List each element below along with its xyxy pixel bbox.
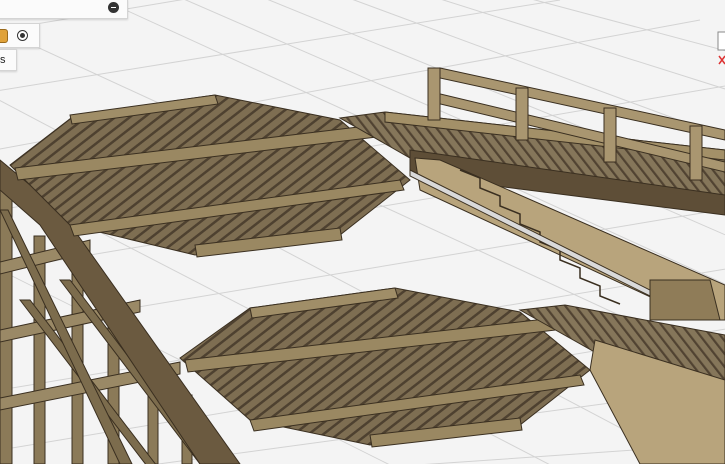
partial-visibility-icon[interactable]: [0, 29, 8, 43]
browser-header: [0, 0, 128, 19]
canvas-viewport[interactable]: [0, 0, 725, 464]
browser-node-label[interactable]: s: [0, 49, 17, 71]
collapse-icon[interactable]: [108, 2, 119, 13]
browser-row-icons: [0, 23, 40, 48]
radio-visibility-icon[interactable]: [17, 30, 28, 41]
viewcube-edge[interactable]: [717, 30, 725, 70]
